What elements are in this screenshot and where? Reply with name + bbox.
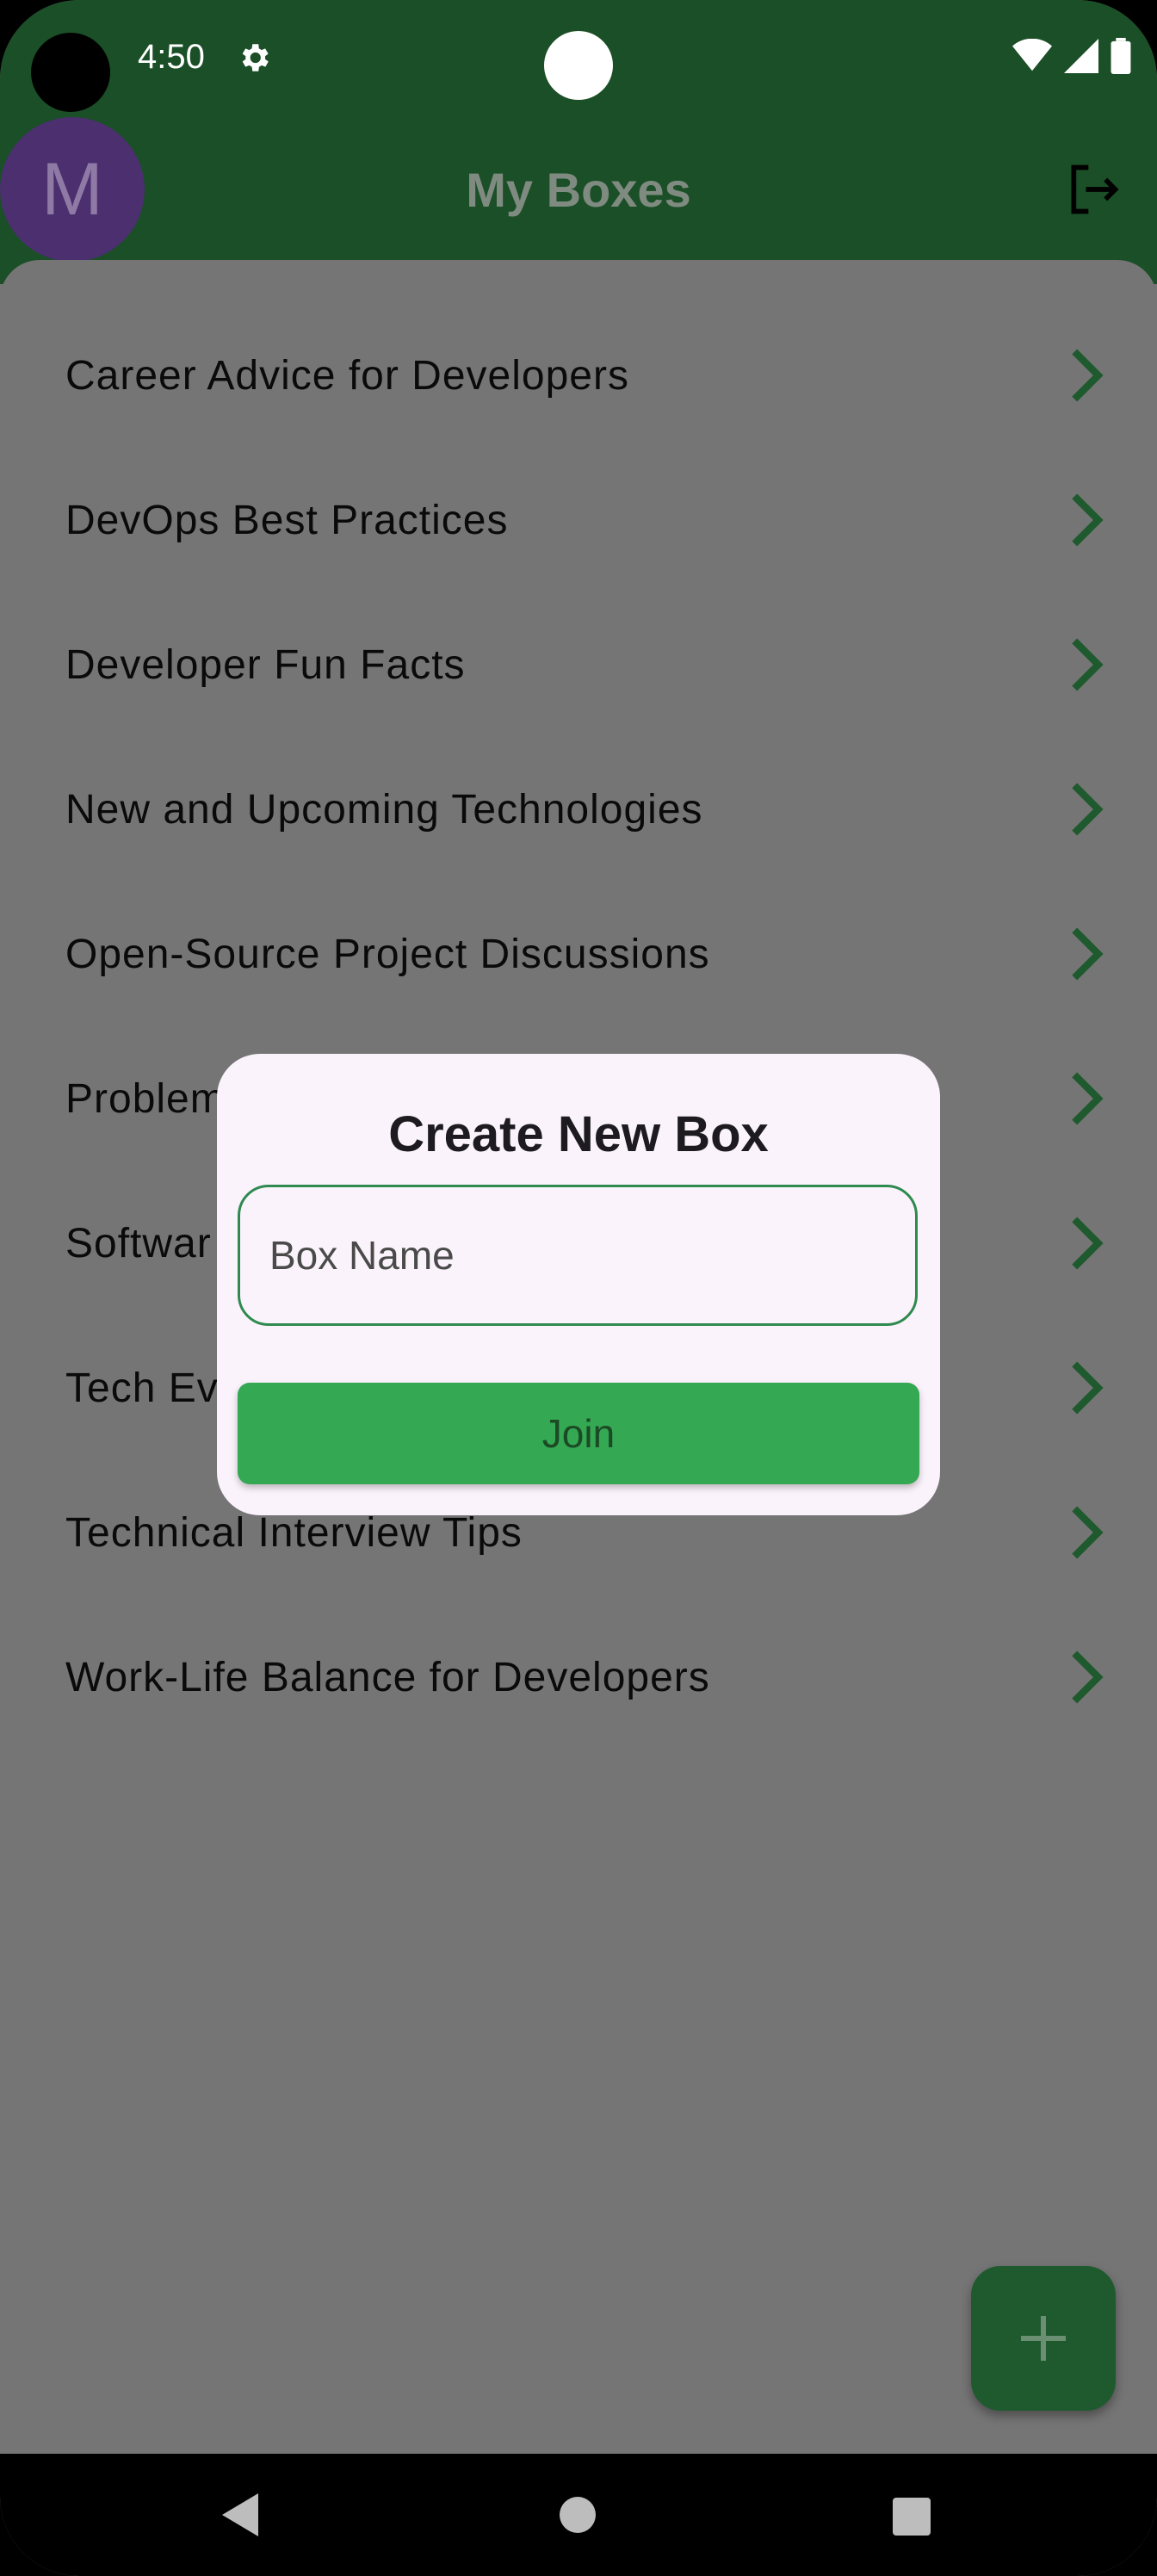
front-camera: [544, 31, 613, 100]
chevron-right-icon: [1072, 1072, 1104, 1125]
list-item-label: Tech Ev: [65, 1365, 219, 1411]
phone-screen: 4:50 M My Boxes Career Advice for Develo…: [0, 0, 1157, 2576]
list-item[interactable]: New and Upcoming Technologies: [0, 737, 1157, 882]
add-box-button[interactable]: [971, 2266, 1116, 2411]
list-item[interactable]: Career Advice for Developers: [0, 303, 1157, 448]
list-item-label: Technical Interview Tips: [65, 1509, 523, 1556]
chevron-right-icon: [1072, 1217, 1104, 1270]
camera-cutout: [31, 33, 110, 112]
list-item[interactable]: Developer Fun Facts: [0, 592, 1157, 737]
logout-icon[interactable]: [1064, 160, 1123, 219]
join-button[interactable]: Join: [238, 1383, 919, 1484]
signal-icon: [1064, 39, 1098, 73]
chevron-right-icon: [1072, 1506, 1104, 1559]
chevron-right-icon: [1072, 1361, 1104, 1415]
gear-icon: [242, 44, 269, 71]
app-header: 4:50 M My Boxes: [0, 0, 1157, 284]
home-icon[interactable]: [558, 2495, 597, 2535]
list-item-label: Work-Life Balance for Developers: [65, 1654, 710, 1700]
chevron-right-icon: [1072, 638, 1104, 691]
wifi-icon: [1012, 39, 1052, 71]
list-item-label: Open-Source Project Discussions: [65, 931, 710, 977]
back-icon[interactable]: [220, 2492, 262, 2538]
dialog-title: Create New Box: [388, 1106, 769, 1162]
recents-icon[interactable]: [892, 2497, 931, 2536]
create-box-dialog: Create New Box Join: [217, 1054, 940, 1515]
list-item-label: DevOps Best Practices: [65, 497, 509, 543]
system-nav-bar: [0, 2454, 1157, 2576]
list-item-label: New and Upcoming Technologies: [65, 786, 703, 833]
list-item-label: Developer Fun Facts: [65, 641, 466, 688]
chevron-right-icon: [1072, 927, 1104, 981]
page-title: My Boxes: [466, 163, 691, 217]
list-item-label: Career Advice for Developers: [65, 352, 629, 399]
list-item[interactable]: DevOps Best Practices: [0, 448, 1157, 592]
chevron-right-icon: [1072, 1650, 1104, 1704]
battery-icon: [1111, 38, 1131, 74]
chevron-right-icon: [1072, 349, 1104, 402]
chevron-right-icon: [1072, 783, 1104, 836]
box-name-input[interactable]: [238, 1185, 918, 1326]
plus-icon: [1021, 2316, 1066, 2361]
list-item[interactable]: Open-Source Project Discussions: [0, 882, 1157, 1026]
status-icons: [1012, 38, 1131, 74]
status-time: 4:50: [138, 38, 205, 76]
list-item[interactable]: Work-Life Balance for Developers: [0, 1605, 1157, 1749]
list-item-label: Problem: [65, 1075, 226, 1122]
chevron-right-icon: [1072, 493, 1104, 547]
list-item-label: Softwar: [65, 1220, 212, 1266]
